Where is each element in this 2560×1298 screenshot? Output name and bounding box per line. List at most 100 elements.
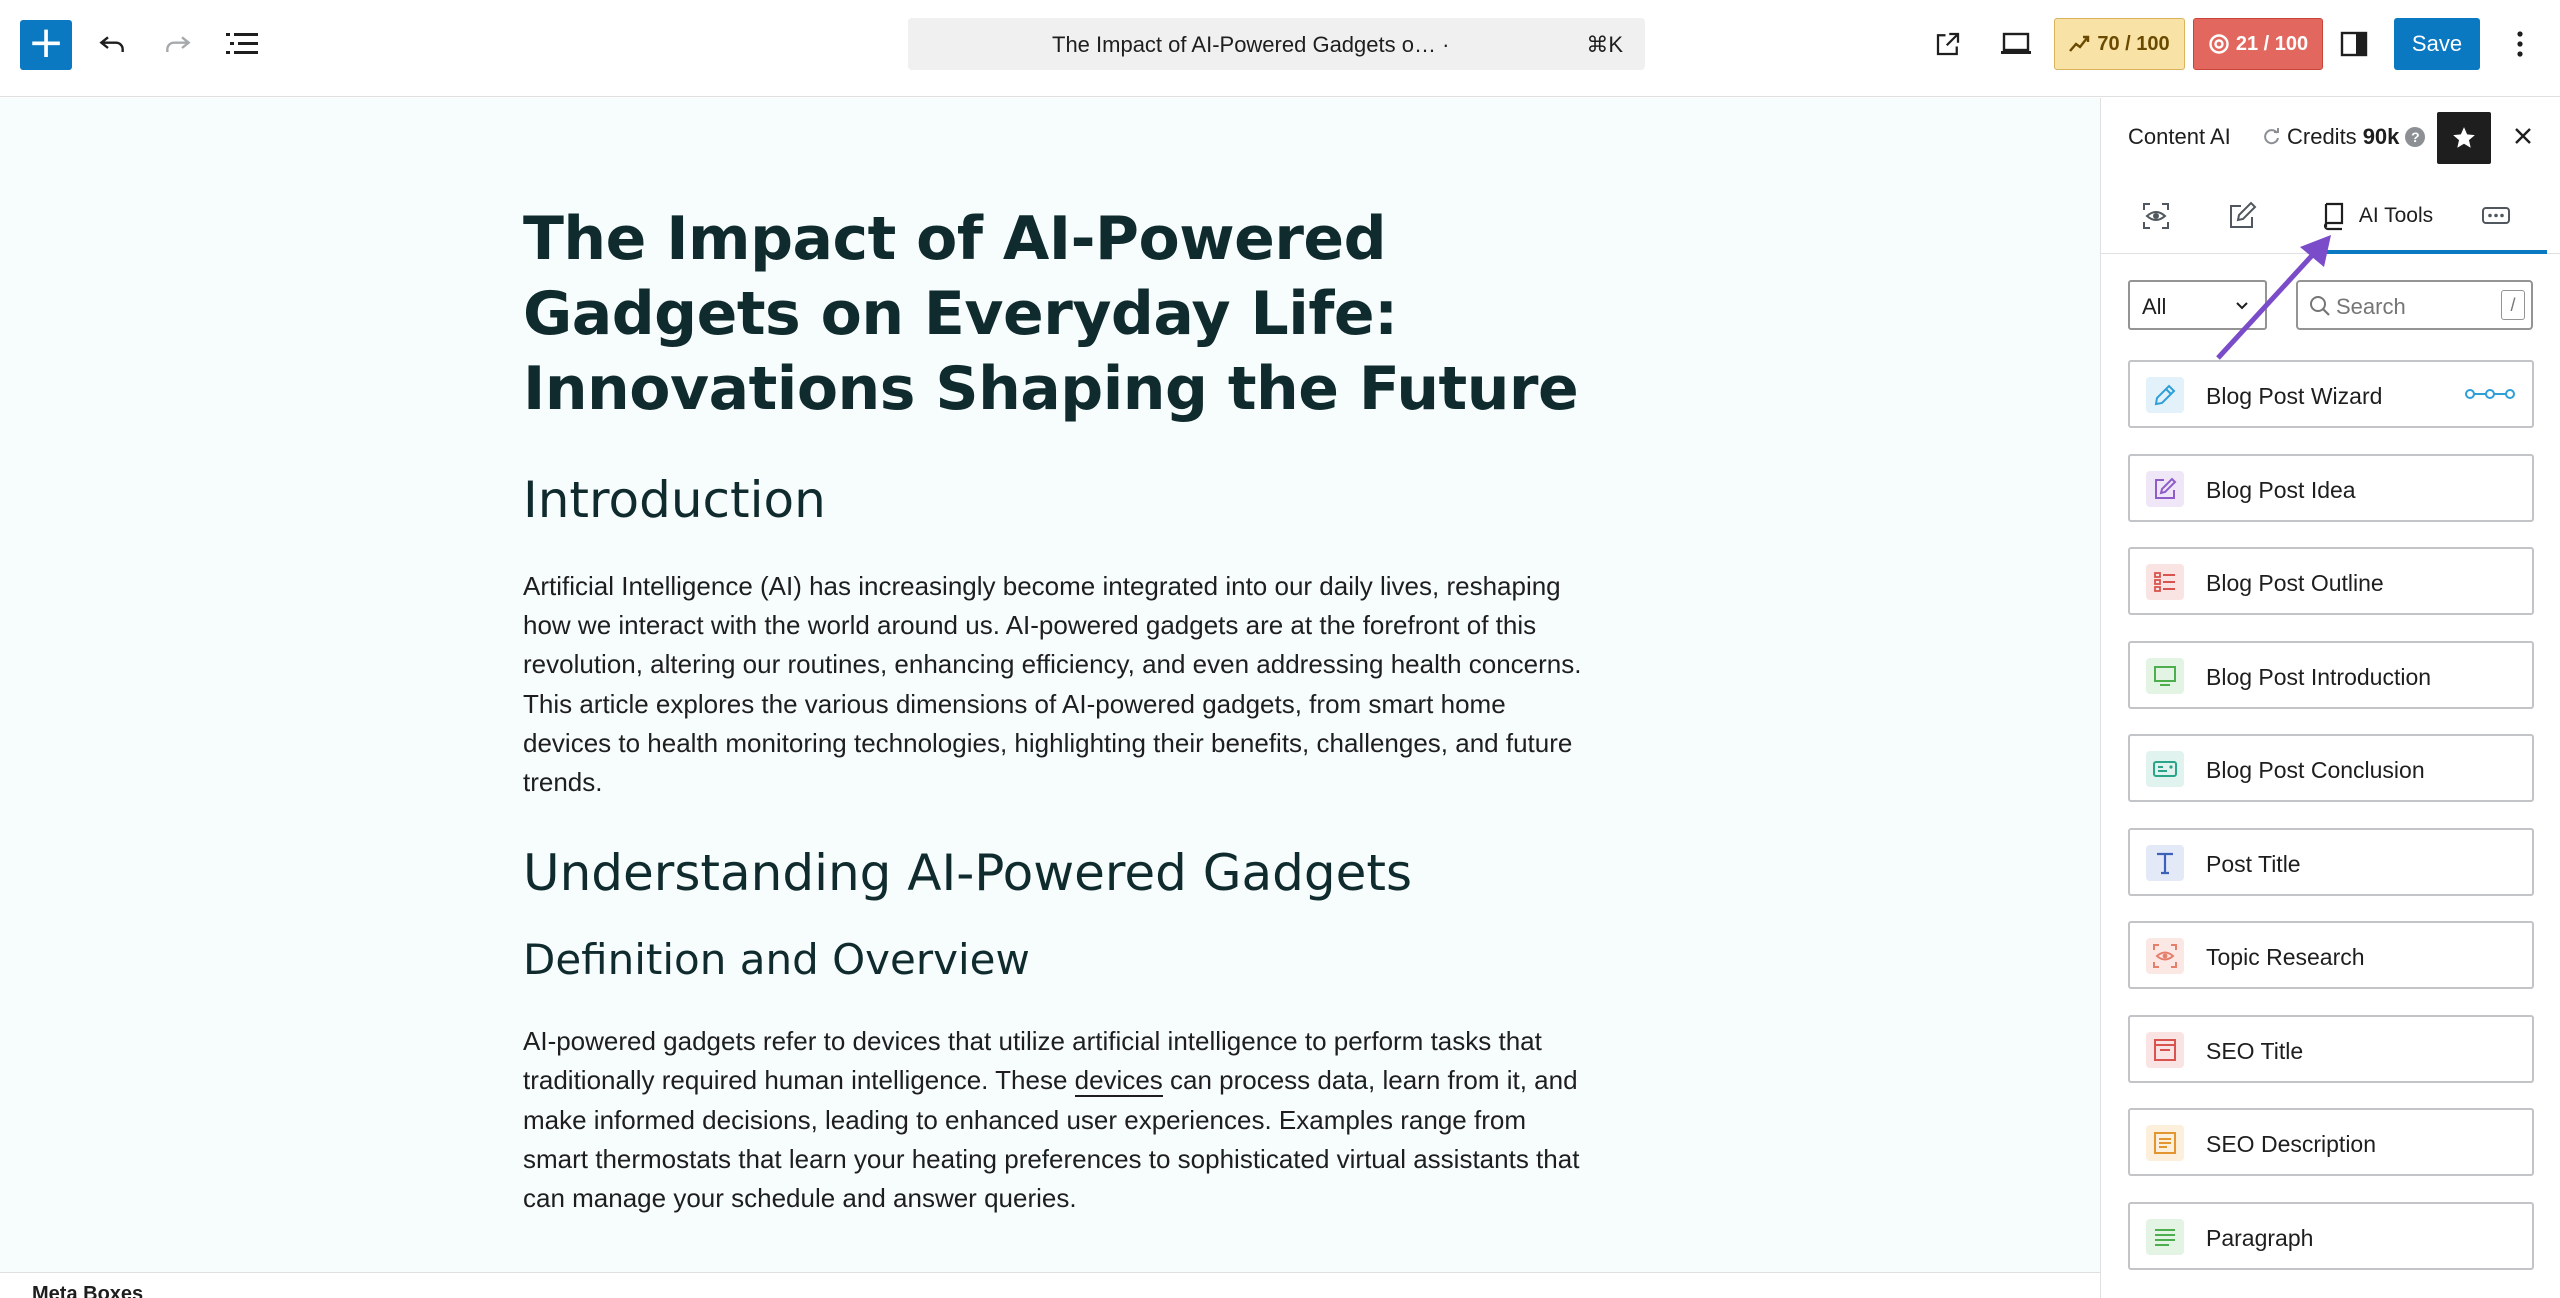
list-view-icon <box>226 33 258 54</box>
sidebar-tabs: AI Tools <box>2101 178 2560 254</box>
chat-icon <box>2482 207 2510 224</box>
close-sidebar-button[interactable] <box>2501 114 2545 158</box>
close-icon <box>2515 128 2531 144</box>
search-shortcut-key: / <box>2501 290 2525 320</box>
search-icon <box>2310 296 2330 316</box>
undo-icon <box>99 36 124 52</box>
edit-icon <box>2146 470 2184 507</box>
card-icon <box>2146 751 2184 787</box>
paragraph-definition[interactable]: AI-powered gadgets refer to devices that… <box>523 1022 1587 1218</box>
redo-icon <box>166 36 191 52</box>
ai-tool-item[interactable]: Topic Research <box>2128 921 2534 989</box>
options-menu-button[interactable] <box>2498 22 2542 66</box>
document-title-bar: The Impact of AI-Powered Gadgets o… · Po… <box>1052 32 1452 58</box>
ai-tool-label: Blog Post Introduction <box>2206 663 2432 690</box>
laptop-icon <box>2001 32 2031 54</box>
ai-tool-item[interactable]: Post Title <box>2128 827 2534 896</box>
meta-boxes-panel[interactable]: Meta Boxes <box>0 1272 2100 1298</box>
chevron-down-icon <box>2236 302 2248 310</box>
title-icon <box>2146 844 2184 881</box>
pencil-icon <box>2146 377 2184 413</box>
heading-introduction[interactable]: Introduction <box>523 469 1587 531</box>
tab-ai-tools-label: AI Tools <box>2358 204 2434 227</box>
ai-tool-item[interactable]: Blog Post Wizard <box>2128 360 2534 428</box>
readability-score-value: 21 / 100 <box>2235 32 2309 55</box>
ai-tool-label: SEO Description <box>2206 1131 2377 1157</box>
eye-scan-icon <box>2143 203 2169 229</box>
seo-description-icon <box>2146 1125 2184 1161</box>
ai-tool-label: Post Title <box>2206 850 2301 877</box>
heading-definition[interactable]: Definition and Overview <box>523 934 1587 986</box>
more-vertical-icon <box>2517 31 2523 57</box>
tab-research[interactable] <box>2131 178 2181 254</box>
preview-device-button[interactable] <box>1992 22 2040 66</box>
sidebar-header: Content AI Credits 90k ? <box>2101 98 2560 178</box>
seo-score-value: 70 / 100 <box>2097 32 2170 55</box>
credits-label: Credits <box>2287 124 2357 149</box>
editor-toolbar: + The Impact of AI-Powered Gadgets o… · … <box>0 0 2560 97</box>
ai-tool-item[interactable]: SEO Title <box>2128 1014 2534 1083</box>
post-type-label: · Post <box>1442 32 1452 57</box>
sidebar-title: Content AI <box>2128 124 2231 149</box>
view-post-button[interactable] <box>1926 22 1970 66</box>
book-icon <box>2323 202 2343 231</box>
ai-tool-label: Blog Post Outline <box>2206 570 2384 596</box>
post-content: The Impact of AI-Powered Gadgets on Ever… <box>523 202 1587 1218</box>
ai-tool-label: Paragraph <box>2206 1224 2314 1251</box>
seo-score-badge[interactable]: 70 / 100 <box>2054 18 2185 70</box>
ai-tool-label: Blog Post Conclusion <box>2206 757 2425 783</box>
external-link-icon <box>1936 32 1960 56</box>
tab-write[interactable] <box>2217 178 2267 254</box>
search-input[interactable] <box>2336 294 2486 320</box>
tool-search-box: / <box>2296 280 2533 330</box>
settings-sidebar-toggle[interactable] <box>2332 22 2376 66</box>
command-shortcut-label: ⌘K <box>1586 32 1623 57</box>
meta-boxes-label: Meta Boxes <box>32 1283 144 1298</box>
ai-tool-label: SEO Title <box>2206 1037 2304 1064</box>
tab-ai-tools[interactable]: AI Tools <box>2307 178 2447 254</box>
redo-button[interactable] <box>156 22 200 66</box>
document-title-label: The Impact of AI-Powered Gadgets o… <box>1052 32 1436 57</box>
linked-word[interactable]: devices <box>1074 1065 1163 1098</box>
undo-button[interactable] <box>90 22 134 66</box>
category-filter-select[interactable]: All <box>2128 280 2267 330</box>
filter-selected-value: All <box>2142 294 2167 319</box>
rank-math-icon <box>2069 35 2090 52</box>
post-title[interactable]: The Impact of AI-Powered Gadgets on Ever… <box>523 202 1587 427</box>
ai-tool-label: Topic Research <box>2206 944 2365 970</box>
active-tab-indicator <box>2317 250 2547 254</box>
ai-tool-item[interactable]: SEO Description <box>2128 1108 2534 1176</box>
tab-chat[interactable] <box>2471 178 2521 254</box>
credits-value: 90k <box>2362 124 2400 149</box>
readability-score-badge[interactable]: 21 / 100 <box>2193 18 2323 70</box>
favorite-button[interactable] <box>2437 112 2491 164</box>
ai-tool-item[interactable]: Blog Post Idea <box>2128 453 2534 522</box>
ai-tool-label: Blog Post Idea <box>2206 476 2356 503</box>
paragraph-introduction[interactable]: Artificial Intelligence (AI) has increas… <box>523 567 1587 802</box>
star-icon <box>2453 127 2475 148</box>
ai-tool-item[interactable]: Blog Post Introduction <box>2128 640 2534 709</box>
ai-tool-item[interactable]: Blog Post Outline <box>2128 547 2534 615</box>
workflow-icon <box>2464 384 2516 409</box>
seo-title-icon <box>2146 1031 2184 1068</box>
content-ai-score-icon <box>2209 34 2229 54</box>
document-overview-button[interactable] <box>218 22 266 66</box>
list-icon <box>2146 564 2184 600</box>
edit-icon <box>2230 201 2257 228</box>
help-icon[interactable]: ? <box>2405 127 2426 147</box>
ai-tool-item[interactable]: Paragraph <box>2128 1201 2534 1270</box>
ai-tool-label: Blog Post Wizard <box>2206 383 2383 409</box>
refresh-icon[interactable] <box>2263 128 2281 146</box>
credits-display: Credits 90k ? <box>2263 124 2426 150</box>
sidebar-icon <box>2340 31 2368 57</box>
editor-canvas[interactable]: The Impact of AI-Powered Gadgets on Ever… <box>0 98 2100 1272</box>
ai-tool-item[interactable]: Blog Post Conclusion <box>2128 734 2534 802</box>
ai-tools-list: Blog Post Wizard Blog Post Idea Blog Post … <box>2128 360 2534 1295</box>
add-block-button[interactable]: + <box>20 20 72 70</box>
monitor-icon <box>2146 657 2184 694</box>
paragraph-icon <box>2146 1218 2184 1255</box>
heading-understanding[interactable]: Understanding AI-Powered Gadgets <box>523 842 1587 904</box>
save-button[interactable]: Save <box>2394 18 2480 70</box>
plus-icon: + <box>27 17 65 68</box>
command-palette-bar[interactable]: The Impact of AI-Powered Gadgets o… · Po… <box>908 18 1645 70</box>
